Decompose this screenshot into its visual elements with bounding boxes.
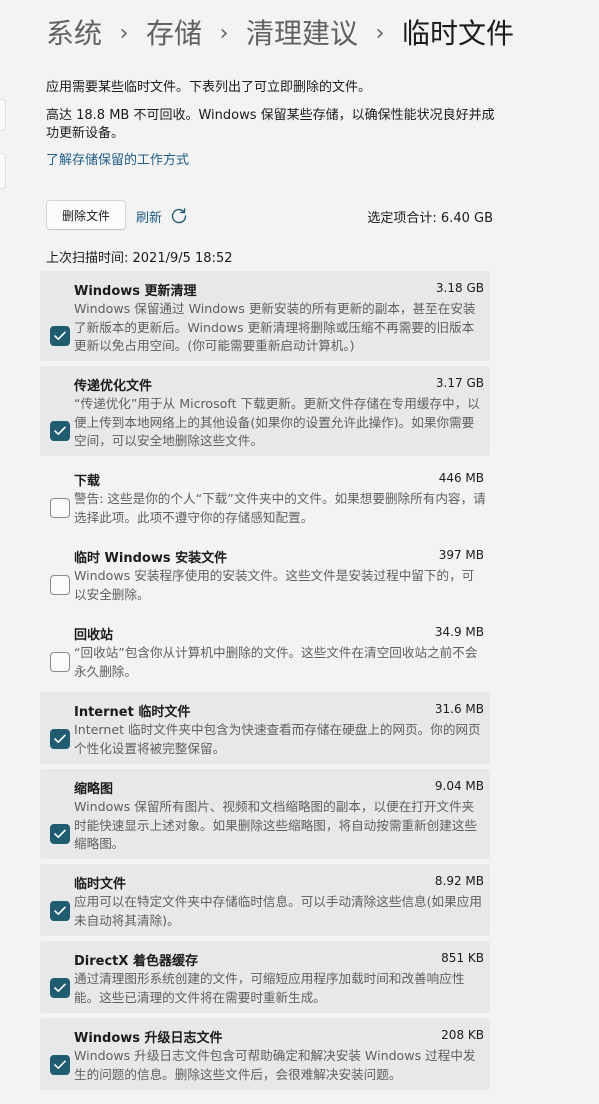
item-description: 通过清理图形系统创建的文件，可缩短应用程序加载时间和改善响应性能。这些已清理的文… (74, 971, 465, 1005)
item-title: Windows 更新清理 (74, 284, 197, 299)
breadcrumb-separator: › (375, 21, 385, 46)
item-description: Windows 升级日志文件包含可帮助确定和解决安装 Windows 过程中发生… (74, 1048, 476, 1082)
breadcrumb-separator: › (219, 21, 229, 46)
checkbox-unchecked[interactable] (50, 498, 70, 518)
item-description: 应用可以在特定文件夹中存储临时信息。可以手动清除这些信息(如果应用未自动将其清除… (74, 894, 482, 928)
item-description: 警告: 这些是你的个人“下载”文件夹中的文件。如果想要删除所有内容，请选择此项。… (74, 491, 486, 525)
refresh-label: 刷新 (136, 210, 163, 226)
list-item[interactable]: 临时文件 8.92 MB 应用可以在特定文件夹中存储临时信息。可以手动清除这些信息(… (40, 864, 490, 936)
item-description: Internet 临时文件夹中包含为快速查看而存储在硬盘上的网页。你的网页个性化… (74, 722, 481, 756)
item-description: “回收站”包含你从计算机中删除的文件。这些文件在清空回收站之前不会永久删除。 (74, 645, 478, 679)
list-item[interactable]: DirectX 着色器缓存 851 KB 通过清理图形系统创建的文件，可缩短应用程序… (40, 941, 490, 1013)
reserved-storage-text: 高达 18.8 MB 不可回收。Windows 保留某些存储，以确保性能状况良好… (46, 108, 495, 141)
item-title: Windows 升级日志文件 (74, 1031, 223, 1046)
breadcrumb-item-storage[interactable]: 存储 (146, 14, 202, 54)
intro-text: 应用需要某些临时文件。下表列出了可立即删除的文件。 (46, 80, 372, 95)
item-size: 31.6 MB (434, 702, 484, 716)
item-size: 851 KB (441, 951, 484, 965)
item-title: Internet 临时文件 (74, 705, 191, 720)
breadcrumb: 系统 › 存储 › 清理建议 › 临时文件 (46, 14, 514, 54)
item-title: 下载 (74, 474, 101, 489)
checkmark-icon (54, 734, 66, 743)
item-size: 3.17 GB (435, 376, 484, 390)
item-title: 临时 Windows 安装文件 (74, 551, 228, 566)
item-description: Windows 保留通过 Windows 更新安装的所有更新的副本，甚至在安装了… (74, 301, 476, 353)
temp-file-list: Windows 更新清理 3.18 GB Windows 保留通过 Windows … (40, 271, 490, 1095)
list-item[interactable]: Internet 临时文件 31.6 MB Internet 临时文件夹中包含为快速… (40, 692, 490, 764)
checkmark-icon (54, 983, 66, 992)
left-edge-panel-stub-2 (0, 153, 6, 189)
list-item[interactable]: 下载 446 MB 警告: 这些是你的个人“下载”文件夹中的文件。如果想要删除所有内… (40, 461, 490, 533)
checkmark-icon (54, 829, 66, 838)
item-title: 传递优化文件 (74, 379, 153, 394)
page-title: 临时文件 (402, 17, 515, 50)
breadcrumb-item-system[interactable]: 系统 (46, 14, 102, 54)
checkmark-icon (54, 1060, 66, 1069)
checkbox-checked[interactable] (50, 421, 70, 441)
list-item[interactable]: Windows 升级日志文件 208 KB Windows 升级日志文件包含可帮助确… (40, 1018, 490, 1090)
learn-storage-reserve-link[interactable]: 了解存储保留的工作方式 (46, 152, 189, 170)
item-title: 缩略图 (74, 782, 114, 797)
list-item[interactable]: 临时 Windows 安装文件 397 MB Windows 安装程序使用的安装文件… (40, 538, 490, 610)
breadcrumb-item-cleanup-recommendations[interactable]: 清理建议 (246, 14, 358, 54)
refresh-icon (170, 207, 188, 225)
item-size: 3.18 GB (435, 281, 484, 295)
checkbox-unchecked[interactable] (50, 652, 70, 672)
checkbox-checked[interactable] (50, 824, 70, 844)
checkmark-icon (54, 331, 66, 340)
item-size: 34.9 MB (434, 625, 484, 639)
item-description: Windows 保留所有图片、视频和文档缩略图的副本，以便在打开文件夹时能快速显… (74, 799, 477, 851)
breadcrumb-separator: › (119, 21, 129, 46)
item-description: Windows 安装程序使用的安装文件。这些文件是安装过程中留下的，可以安全删除… (74, 568, 475, 602)
item-size: 9.04 MB (434, 779, 484, 793)
item-size: 8.92 MB (434, 874, 484, 888)
checkbox-checked[interactable] (50, 326, 70, 346)
delete-files-button[interactable]: 删除文件 (46, 200, 126, 230)
list-item[interactable]: 缩略图 9.04 MB Windows 保留所有图片、视频和文档缩略图的副本，以便在… (40, 769, 490, 859)
item-size: 397 MB (438, 548, 484, 562)
item-description: “传递优化”用于从 Microsoft 下载更新。更新文件存储在专用缓存中，以便… (74, 396, 480, 448)
selected-total: 选定项合计: 6.40 GB (367, 211, 493, 226)
checkbox-checked[interactable] (50, 901, 70, 921)
item-size: 208 KB (441, 1028, 484, 1042)
item-title: 回收站 (74, 628, 114, 643)
checkbox-checked[interactable] (50, 729, 70, 749)
item-size: 446 MB (438, 471, 484, 485)
list-item[interactable]: Windows 更新清理 3.18 GB Windows 保留通过 Windows … (40, 271, 490, 361)
checkbox-unchecked[interactable] (50, 575, 70, 595)
checkbox-checked[interactable] (50, 1055, 70, 1075)
list-item[interactable]: 传递优化文件 3.17 GB “传递优化”用于从 Microsoft 下载更新。更新… (40, 366, 490, 456)
left-edge-panel-stub (0, 99, 6, 131)
item-title: DirectX 着色器缓存 (74, 954, 198, 969)
list-item[interactable]: 回收站 34.9 MB “回收站”包含你从计算机中删除的文件。这些文件在清空回收站之… (40, 615, 490, 687)
checkmark-icon (54, 426, 66, 435)
checkbox-checked[interactable] (50, 978, 70, 998)
last-scan-time: 上次扫描时间: 2021/9/5 18:52 (46, 251, 233, 266)
refresh-button[interactable]: 刷新 (136, 204, 188, 228)
checkmark-icon (54, 906, 66, 915)
item-title: 临时文件 (74, 877, 127, 892)
